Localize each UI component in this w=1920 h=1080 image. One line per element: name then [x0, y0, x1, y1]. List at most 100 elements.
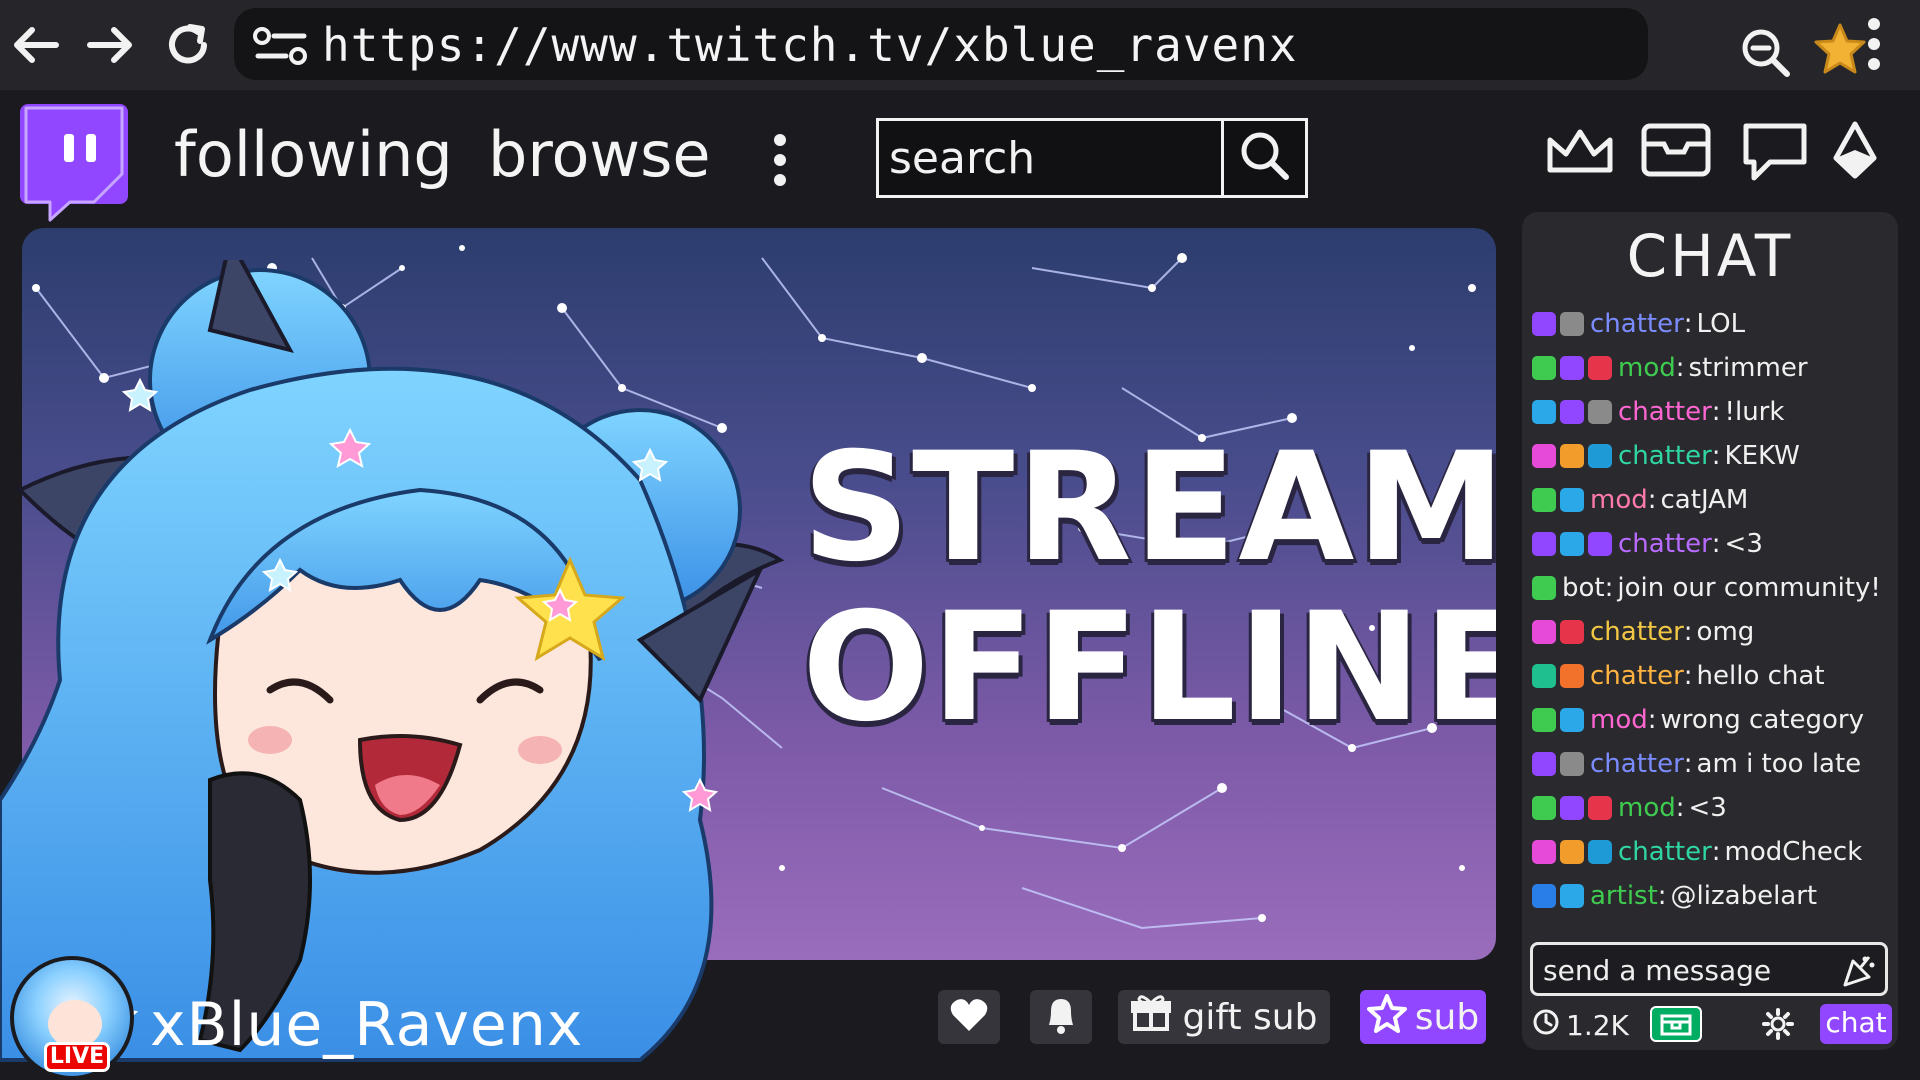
chat-message[interactable]: mod: wrong category [1532, 698, 1896, 742]
chat-username[interactable]: mod [1590, 705, 1648, 735]
chat-badge-icon[interactable] [1532, 488, 1556, 512]
chat-badge-icon[interactable] [1532, 444, 1556, 468]
chat-badge-icon[interactable] [1532, 708, 1556, 732]
chat-separator: : [1711, 441, 1721, 471]
chat-username[interactable]: chatter [1618, 397, 1712, 427]
notifications-button[interactable] [1030, 990, 1092, 1044]
chat-badge-icon[interactable] [1560, 708, 1584, 732]
follow-button[interactable] [938, 990, 1000, 1044]
chat-message[interactable]: artist: @lizabelart [1532, 874, 1896, 918]
chat-username[interactable]: chatter [1618, 529, 1712, 559]
reload-icon[interactable] [158, 15, 218, 75]
chat-badge-icon[interactable] [1588, 356, 1612, 380]
chat-badge-icon[interactable] [1532, 356, 1556, 380]
chat-badge-icon[interactable] [1588, 444, 1612, 468]
back-arrow-icon[interactable] [6, 15, 66, 75]
more-menu-icon[interactable] [772, 132, 788, 192]
gift-sub-label: gift sub [1182, 996, 1318, 1038]
chat-username[interactable]: chatter [1590, 309, 1684, 339]
chat-badge-icon[interactable] [1560, 400, 1584, 424]
site-settings-icon[interactable] [252, 26, 310, 70]
live-badge: LIVE [44, 1042, 110, 1072]
chat-username[interactable]: mod [1590, 485, 1648, 515]
gear-icon[interactable] [1762, 1008, 1794, 1044]
chat-username[interactable]: mod [1618, 793, 1676, 823]
chat-badge-icon[interactable] [1560, 796, 1584, 820]
chat-badge-icon[interactable] [1560, 840, 1584, 864]
chat-badge-icon[interactable] [1532, 576, 1556, 600]
chat-message[interactable]: chatter: hello chat [1532, 654, 1896, 698]
claim-points-button[interactable] [1650, 1006, 1702, 1042]
chat-badge-icon[interactable] [1532, 532, 1556, 556]
nav-following[interactable]: following [174, 118, 453, 191]
chat-username[interactable]: chatter [1590, 617, 1684, 647]
chat-message-text: LOL [1696, 309, 1746, 339]
chat-username[interactable]: chatter [1618, 441, 1712, 471]
chat-username[interactable]: artist [1590, 881, 1658, 911]
chat-badge-icon[interactable] [1560, 312, 1584, 336]
chat-badge-icon[interactable] [1560, 884, 1584, 908]
chat-username[interactable]: bot [1562, 573, 1605, 603]
zoom-out-icon[interactable] [1739, 26, 1793, 84]
chat-badge-icon[interactable] [1532, 884, 1556, 908]
address-bar[interactable]: https://www.twitch.tv/xblue_ravenx [234, 8, 1866, 80]
chat-message[interactable]: mod: <3 [1532, 786, 1896, 830]
chat-message[interactable]: mod: strimmer [1532, 346, 1896, 390]
chat-username[interactable]: chatter [1590, 661, 1684, 691]
star-bookmark-icon[interactable] [1812, 22, 1868, 85]
chat-message[interactable]: chatter: !lurk [1532, 390, 1896, 434]
search-input[interactable] [889, 131, 1189, 185]
search-button[interactable] [1221, 121, 1305, 195]
inbox-icon[interactable] [1638, 120, 1714, 184]
chat-badge-icon[interactable] [1560, 752, 1584, 776]
chat-badge-icon[interactable] [1532, 620, 1556, 644]
chat-message[interactable]: chatter: <3 [1532, 522, 1896, 566]
nav-browse[interactable]: browse [488, 118, 711, 191]
chat-input-box [1530, 942, 1888, 996]
chat-message-text: KEKW [1724, 441, 1800, 471]
chat-badge-icon[interactable] [1532, 840, 1556, 864]
chat-badge-icon[interactable] [1588, 796, 1612, 820]
chat-message[interactable]: chatter: KEKW [1532, 434, 1896, 478]
chat-badge-icon[interactable] [1588, 400, 1612, 424]
chat-badge-icon[interactable] [1560, 664, 1584, 688]
chat-badge-icon[interactable] [1588, 840, 1612, 864]
chat-badge-icon[interactable] [1560, 488, 1584, 512]
chat-badge-icon[interactable] [1588, 532, 1612, 556]
gift-sub-button[interactable]: gift sub [1118, 990, 1330, 1044]
channel-points[interactable]: 1.2K [1532, 1008, 1629, 1043]
chat-message[interactable]: bot: join our community! [1532, 566, 1896, 610]
forward-arrow-icon[interactable] [80, 15, 140, 75]
chat-badge-icon[interactable] [1532, 312, 1556, 336]
emote-icon[interactable] [1841, 953, 1877, 993]
chat-message-list[interactable]: chatter: LOL mod: strimmer chatter: !lurk chat… [1532, 302, 1896, 918]
bits-icon[interactable] [1830, 120, 1880, 186]
timer-icon [1532, 1008, 1560, 1043]
chat-username[interactable]: mod [1618, 353, 1676, 383]
chat-message[interactable]: chatter: omg [1532, 610, 1896, 654]
chat-badge-icon[interactable] [1560, 620, 1584, 644]
chat-badge-icon[interactable] [1560, 444, 1584, 468]
chat-title: CHAT [1626, 222, 1794, 290]
chat-badge-icon[interactable] [1532, 796, 1556, 820]
chat-badge-icon[interactable] [1532, 752, 1556, 776]
chat-badge-icon[interactable] [1560, 356, 1584, 380]
twitch-logo-icon[interactable] [20, 104, 128, 222]
chat-badge-icon[interactable] [1532, 400, 1556, 424]
chat-badge-icon[interactable] [1532, 664, 1556, 688]
whisper-icon[interactable] [1740, 120, 1810, 188]
crown-icon[interactable] [1544, 120, 1616, 184]
chat-message-input[interactable] [1543, 951, 1843, 989]
subscribe-button[interactable]: sub [1360, 990, 1486, 1044]
chat-message-text: strimmer [1688, 353, 1808, 383]
chat-username[interactable]: chatter [1618, 837, 1712, 867]
chat-username[interactable]: chatter [1590, 749, 1684, 779]
chat-message[interactable]: chatter: modCheck [1532, 830, 1896, 874]
chat-send-button[interactable]: chat [1820, 1004, 1892, 1044]
browser-menu-icon[interactable] [1866, 16, 1882, 76]
chat-badge-icon[interactable] [1560, 532, 1584, 556]
chat-message[interactable]: mod: catJAM [1532, 478, 1896, 522]
channel-name[interactable]: xBlue_Ravenx [150, 990, 583, 1060]
chat-message[interactable]: chatter: am i too late [1532, 742, 1896, 786]
chat-message[interactable]: chatter: LOL [1532, 302, 1896, 346]
